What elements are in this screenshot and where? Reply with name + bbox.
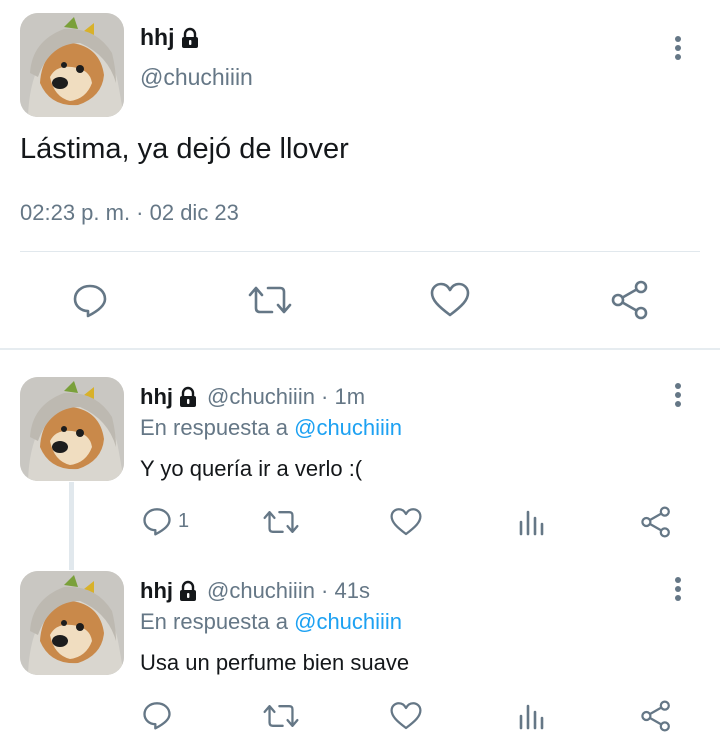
more-options-icon[interactable]	[674, 383, 682, 411]
share-icon	[641, 700, 670, 732]
section-divider	[0, 348, 720, 350]
like-button[interactable]	[430, 282, 470, 318]
analytics-button[interactable]	[518, 508, 546, 536]
share-icon	[641, 506, 670, 538]
main-tweet: hhj @chuchiiin Lástima, ya dejó de llove…	[0, 0, 720, 348]
share-button[interactable]	[640, 506, 672, 538]
retweet-icon	[263, 511, 299, 533]
reply-count: 1	[178, 509, 190, 532]
more-options-icon[interactable]	[674, 577, 682, 605]
reply-prefix: En respuesta a	[140, 609, 288, 634]
reply-prefix: En respuesta a	[140, 415, 288, 440]
reply-icon	[73, 284, 107, 318]
user-handle[interactable]: @chuchiiin	[140, 64, 253, 91]
reply-button[interactable]	[142, 700, 172, 730]
avatar[interactable]	[20, 571, 124, 675]
reply-context: En respuesta a @chuchiiin	[140, 415, 402, 441]
display-name-text[interactable]: hhj	[140, 24, 175, 51]
divider	[20, 251, 700, 252]
display-name[interactable]: hhj	[140, 384, 173, 410]
more-options-icon[interactable]	[674, 36, 682, 64]
like-button[interactable]	[390, 507, 422, 537]
share-button[interactable]	[610, 280, 650, 320]
tweet-timestamp[interactable]: 02:23 p. m. · 02 dic 23	[20, 200, 239, 226]
avatar[interactable]	[20, 377, 124, 481]
reply-text: Usa un perfume bien suave	[140, 650, 410, 675]
retweet-icon	[263, 705, 299, 727]
retweet-button[interactable]	[248, 282, 292, 318]
share-icon	[611, 280, 648, 320]
handle-time[interactable]: @chuchiiin · 1m	[207, 384, 365, 410]
like-icon	[390, 508, 422, 536]
reply-mention-link[interactable]: @chuchiiin	[294, 609, 402, 634]
reply-context: En respuesta a @chuchiiin	[140, 609, 402, 635]
like-button[interactable]	[390, 701, 422, 731]
reply-text: Y yo quería ir a verlo :(	[140, 456, 363, 481]
share-button[interactable]	[640, 700, 672, 732]
thread-line	[69, 482, 74, 570]
handle-time[interactable]: @chuchiiin · 41s	[207, 578, 370, 604]
lock-icon	[178, 580, 198, 602]
lock-icon	[178, 386, 198, 408]
reply-icon	[143, 702, 171, 730]
like-icon	[430, 282, 470, 317]
reply-button[interactable]: 1	[142, 506, 189, 536]
analytics-button[interactable]	[518, 702, 546, 730]
reply-icon	[143, 508, 171, 536]
display-name[interactable]: hhj	[140, 24, 201, 51]
avatar[interactable]	[20, 13, 124, 117]
retweet-button[interactable]	[263, 701, 299, 731]
reply-mention-link[interactable]: @chuchiiin	[294, 415, 402, 440]
retweet-button[interactable]	[263, 507, 299, 537]
display-name[interactable]: hhj	[140, 578, 173, 604]
tweet-text: Lástima, ya dejó de llover	[20, 133, 349, 165]
lock-icon	[180, 27, 199, 49]
reply-header[interactable]: hhj @chuchiiin · 1m	[140, 384, 365, 410]
like-icon	[390, 702, 422, 730]
analytics-icon	[519, 510, 544, 536]
reply-button[interactable]	[72, 282, 108, 318]
retweet-icon	[248, 286, 292, 314]
analytics-icon	[519, 704, 544, 730]
reply-header[interactable]: hhj @chuchiiin · 41s	[140, 578, 370, 604]
